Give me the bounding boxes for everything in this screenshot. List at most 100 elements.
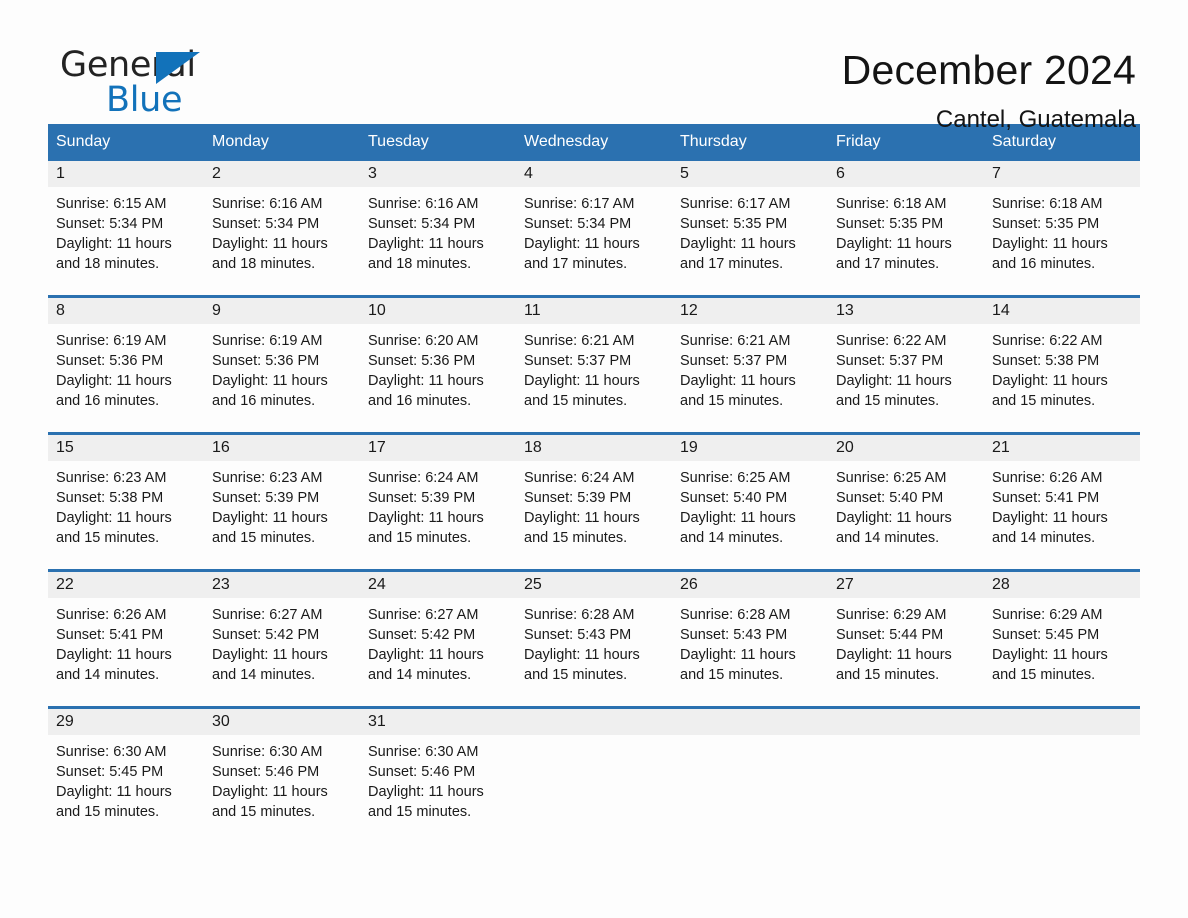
day-details: Sunrise: 6:28 AM Sunset: 5:43 PM Daylight:… [672,598,828,685]
day-details: Sunrise: 6:21 AM Sunset: 5:37 PM Daylight:… [516,324,672,411]
day-details: Sunrise: 6:22 AM Sunset: 5:37 PM Daylight:… [828,324,984,411]
sunrise-text: Sunrise: 6:29 AM [836,607,947,623]
day-number: 24 [360,572,516,598]
day-cell[interactable]: 22 Sunrise: 6:26 AM Sunset: 5:41 PM Dayligh… [48,572,204,688]
day-number: 14 [984,298,1140,324]
logo-text-blue: Blue [106,80,183,120]
day-cell[interactable]: 14 Sunrise: 6:22 AM Sunset: 5:38 PM Dayligh… [984,298,1140,414]
day-number: 18 [516,435,672,461]
day-cell[interactable]: 18 Sunrise: 6:24 AM Sunset: 5:39 PM Dayligh… [516,435,672,551]
sunset-text: Sunset: 5:41 PM [992,490,1100,506]
day-cell-empty [672,709,828,825]
day-number: 5 [672,161,828,187]
day-details: Sunrise: 6:26 AM Sunset: 5:41 PM Daylight:… [48,598,204,685]
day-details: Sunrise: 6:25 AM Sunset: 5:40 PM Daylight:… [672,461,828,548]
day-number: 9 [204,298,360,324]
sunset-text: Sunset: 5:37 PM [680,353,788,369]
sunset-text: Sunset: 5:34 PM [212,216,320,232]
week-spacer [48,414,1140,432]
sunset-text: Sunset: 5:46 PM [368,764,476,780]
page-title: December 2024 [841,47,1136,93]
day-cell[interactable]: 16 Sunrise: 6:23 AM Sunset: 5:39 PM Dayligh… [204,435,360,551]
day-cell[interactable]: 1 Sunrise: 6:15 AM Sunset: 5:34 PM Daylight… [48,161,204,277]
day-cell[interactable]: 30 Sunrise: 6:30 AM Sunset: 5:46 PM Dayligh… [204,709,360,825]
daylight-text: Daylight: 11 hours and 15 minutes. [524,647,640,683]
sunset-text: Sunset: 5:35 PM [680,216,788,232]
day-details: Sunrise: 6:28 AM Sunset: 5:43 PM Daylight:… [516,598,672,685]
day-details: Sunrise: 6:30 AM Sunset: 5:46 PM Daylight:… [204,735,360,822]
sunset-text: Sunset: 5:44 PM [836,627,944,643]
daylight-text: Daylight: 11 hours and 17 minutes. [680,236,796,272]
daylight-text: Daylight: 11 hours and 16 minutes. [212,373,328,409]
daylight-text: Daylight: 11 hours and 15 minutes. [992,647,1108,683]
calendar-grid: Sunday Monday Tuesday Wednesday Thursday… [48,124,1140,825]
week-row: 15 Sunrise: 6:23 AM Sunset: 5:38 PM Dayligh… [48,432,1140,551]
day-number: 15 [48,435,204,461]
day-cell[interactable]: 12 Sunrise: 6:21 AM Sunset: 5:37 PM Dayligh… [672,298,828,414]
weekday-wednesday: Wednesday [524,133,609,150]
daylight-text: Daylight: 11 hours and 15 minutes. [680,373,796,409]
day-cell-empty [984,709,1140,825]
week-row: 1 Sunrise: 6:15 AM Sunset: 5:34 PM Daylight… [48,161,1140,277]
day-cell[interactable]: 7 Sunrise: 6:18 AM Sunset: 5:35 PM Daylight… [984,161,1140,277]
daylight-text: Daylight: 11 hours and 15 minutes. [524,510,640,546]
day-number: 11 [516,298,672,324]
weeks-container: 1 Sunrise: 6:15 AM Sunset: 5:34 PM Daylight… [48,161,1140,825]
page-header: General Blue December 2024 Cantel, Guate… [48,0,1140,133]
day-details: Sunrise: 6:23 AM Sunset: 5:39 PM Daylight:… [204,461,360,548]
sunset-text: Sunset: 5:40 PM [680,490,788,506]
day-cell[interactable]: 28 Sunrise: 6:29 AM Sunset: 5:45 PM Dayligh… [984,572,1140,688]
sunset-text: Sunset: 5:34 PM [368,216,476,232]
day-cell[interactable]: 31 Sunrise: 6:30 AM Sunset: 5:46 PM Dayligh… [360,709,516,825]
day-cell[interactable]: 27 Sunrise: 6:29 AM Sunset: 5:44 PM Dayligh… [828,572,984,688]
day-number: 7 [984,161,1140,187]
week-spacer [48,688,1140,706]
day-cell[interactable]: 17 Sunrise: 6:24 AM Sunset: 5:39 PM Dayligh… [360,435,516,551]
day-cell[interactable]: 19 Sunrise: 6:25 AM Sunset: 5:40 PM Dayligh… [672,435,828,551]
day-details: Sunrise: 6:29 AM Sunset: 5:44 PM Daylight:… [828,598,984,685]
day-cell[interactable]: 15 Sunrise: 6:23 AM Sunset: 5:38 PM Dayligh… [48,435,204,551]
day-details: Sunrise: 6:22 AM Sunset: 5:38 PM Daylight:… [984,324,1140,411]
day-number: 29 [48,709,204,735]
sunrise-text: Sunrise: 6:30 AM [368,744,479,760]
generalblue-logo[interactable]: General Blue [60,46,240,124]
daylight-text: Daylight: 11 hours and 15 minutes. [836,373,952,409]
day-cell[interactable]: 29 Sunrise: 6:30 AM Sunset: 5:45 PM Dayligh… [48,709,204,825]
day-cell[interactable]: 5 Sunrise: 6:17 AM Sunset: 5:35 PM Daylight… [672,161,828,277]
day-cell[interactable]: 23 Sunrise: 6:27 AM Sunset: 5:42 PM Dayligh… [204,572,360,688]
day-number: 8 [48,298,204,324]
weekday-saturday: Saturday [992,133,1057,150]
weekday-friday: Friday [836,133,881,150]
sunset-text: Sunset: 5:36 PM [56,353,164,369]
day-number: 10 [360,298,516,324]
day-cell[interactable]: 9 Sunrise: 6:19 AM Sunset: 5:36 PM Daylight… [204,298,360,414]
day-number: 22 [48,572,204,598]
day-cell[interactable]: 13 Sunrise: 6:22 AM Sunset: 5:37 PM Dayligh… [828,298,984,414]
day-details: Sunrise: 6:15 AM Sunset: 5:34 PM Daylight:… [48,187,204,274]
daylight-text: Daylight: 11 hours and 15 minutes. [368,784,484,820]
daylight-text: Daylight: 11 hours and 18 minutes. [56,236,172,272]
day-cell[interactable]: 20 Sunrise: 6:25 AM Sunset: 5:40 PM Dayligh… [828,435,984,551]
day-number: 12 [672,298,828,324]
day-cell[interactable]: 6 Sunrise: 6:18 AM Sunset: 5:35 PM Daylight… [828,161,984,277]
day-cell[interactable]: 24 Sunrise: 6:27 AM Sunset: 5:42 PM Dayligh… [360,572,516,688]
sunrise-text: Sunrise: 6:16 AM [212,196,323,212]
daylight-text: Daylight: 11 hours and 14 minutes. [680,510,796,546]
day-cell[interactable]: 25 Sunrise: 6:28 AM Sunset: 5:43 PM Dayligh… [516,572,672,688]
day-number [672,709,828,735]
day-cell[interactable]: 11 Sunrise: 6:21 AM Sunset: 5:37 PM Dayligh… [516,298,672,414]
day-cell[interactable]: 3 Sunrise: 6:16 AM Sunset: 5:34 PM Daylight… [360,161,516,277]
day-number [516,709,672,735]
day-cell[interactable]: 26 Sunrise: 6:28 AM Sunset: 5:43 PM Dayligh… [672,572,828,688]
sunrise-text: Sunrise: 6:17 AM [524,196,635,212]
sunrise-text: Sunrise: 6:15 AM [56,196,167,212]
sunrise-text: Sunrise: 6:20 AM [368,333,479,349]
day-details: Sunrise: 6:24 AM Sunset: 5:39 PM Daylight:… [360,461,516,548]
day-cell[interactable]: 2 Sunrise: 6:16 AM Sunset: 5:34 PM Daylight… [204,161,360,277]
day-cell[interactable]: 8 Sunrise: 6:19 AM Sunset: 5:36 PM Daylight… [48,298,204,414]
day-cell[interactable]: 21 Sunrise: 6:26 AM Sunset: 5:41 PM Dayligh… [984,435,1140,551]
day-cell[interactable]: 10 Sunrise: 6:20 AM Sunset: 5:36 PM Dayligh… [360,298,516,414]
day-number: 4 [516,161,672,187]
day-cell[interactable]: 4 Sunrise: 6:17 AM Sunset: 5:34 PM Daylight… [516,161,672,277]
day-number: 16 [204,435,360,461]
